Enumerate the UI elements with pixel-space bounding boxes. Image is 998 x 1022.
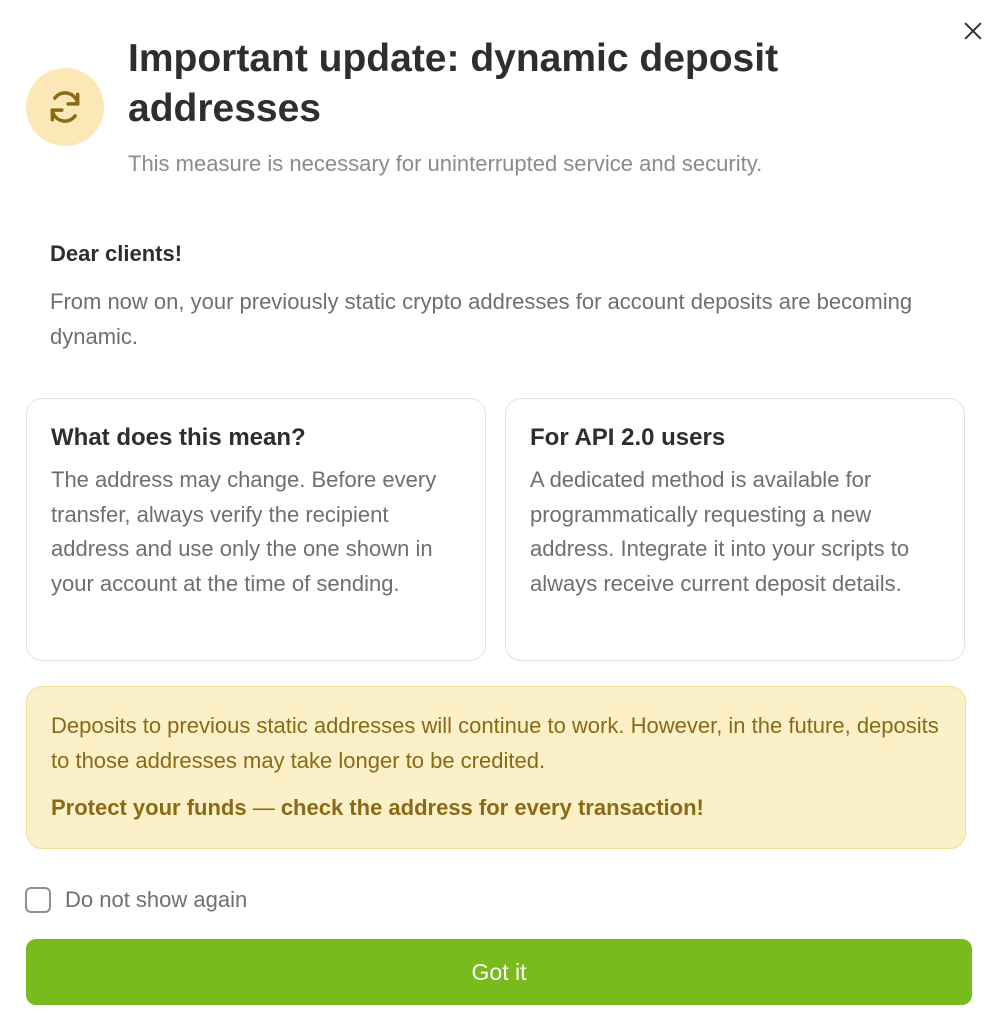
do-not-show-again-label[interactable]: Do not show again	[65, 884, 247, 916]
info-card-api: For API 2.0 users A dedicated method is …	[505, 398, 965, 661]
info-card-text: A dedicated method is available for prog…	[530, 467, 910, 596]
dialog-subtitle: This measure is necessary for uninterrup…	[128, 151, 763, 176]
notice-text: Deposits to previous static addresses wi…	[51, 713, 939, 773]
refresh-icon-badge	[26, 68, 104, 146]
refresh-icon	[50, 91, 80, 123]
do-not-show-again-checkbox[interactable]	[25, 887, 51, 913]
notice-warning-dash: —	[246, 795, 281, 820]
do-not-show-again-option[interactable]: Do not show again	[25, 884, 247, 916]
close-button[interactable]	[958, 16, 988, 46]
close-icon[interactable]	[962, 20, 984, 42]
notice-warning: Protect your funds — check the address f…	[51, 792, 941, 824]
info-card-meaning: What does this mean? The address may cha…	[26, 398, 486, 661]
notice-warning-part1: Protect your funds	[51, 795, 247, 820]
update-dialog: Important update: dynamic deposit addres…	[0, 0, 998, 1022]
got-it-button[interactable]: Got it	[26, 939, 972, 1005]
warning-notice: Deposits to previous static addresses wi…	[26, 686, 966, 849]
info-card-text: The address may change. Before every tra…	[51, 467, 437, 596]
dialog-title: Important update: dynamic deposit addres…	[128, 37, 779, 130]
notice-warning-part2: check the address for every transaction!	[280, 795, 704, 820]
info-card-title: What does this mean?	[51, 424, 306, 451]
greeting: Dear clients!	[50, 241, 183, 266]
intro-text: From now on, your previously static cryp…	[50, 289, 913, 349]
info-card-title: For API 2.0 users	[530, 424, 726, 451]
